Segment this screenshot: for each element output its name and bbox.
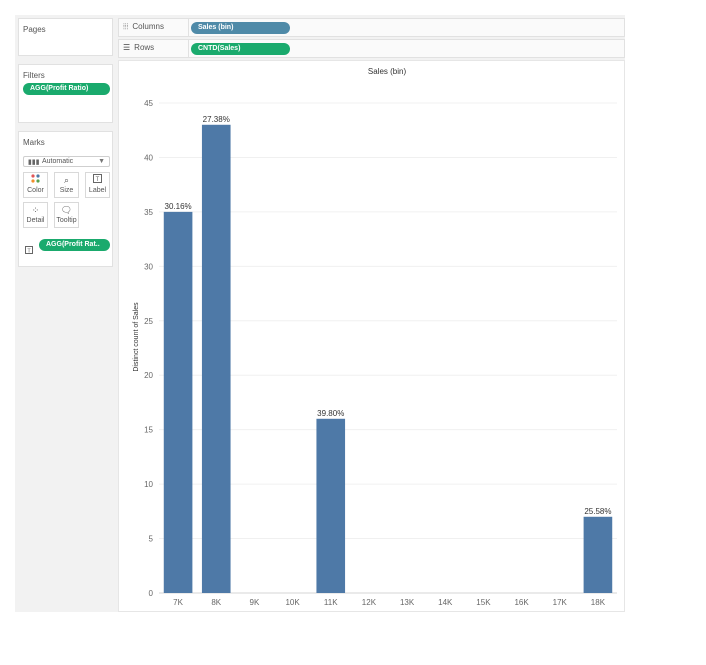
y-tick-label: 30 bbox=[144, 262, 153, 271]
detail-button[interactable]: ⁘ Detail bbox=[23, 202, 48, 228]
filters-card[interactable]: Filters AGG(Profit Ratio) bbox=[18, 64, 113, 123]
size-button[interactable]: ⌕ Size bbox=[54, 172, 79, 198]
rows-cntd-sales-pill[interactable]: CNTD(Sales) bbox=[191, 43, 290, 55]
bar-data-label: 27.38% bbox=[203, 115, 230, 124]
bar-labels: 30.16% 27.38% 39.80% 25.58% bbox=[165, 115, 612, 516]
bar-7K[interactable] bbox=[163, 211, 193, 593]
x-tick-label: 8K bbox=[211, 598, 221, 607]
tooltip-speech-icon: 🗨 bbox=[60, 205, 73, 215]
bar-data-label: 30.16% bbox=[165, 202, 192, 211]
detail-dots-icon: ⁘ bbox=[31, 205, 40, 215]
filter-profit-ratio-pill[interactable]: AGG(Profit Ratio) bbox=[23, 83, 110, 95]
mark-type-dropdown[interactable]: ▮▮▮ Automatic ▼ bbox=[23, 156, 110, 167]
y-axis-label: Distinct count of Sales bbox=[133, 302, 140, 372]
pages-title: Pages bbox=[23, 25, 46, 34]
label-profit-ratio-pill[interactable]: AGG(Profit Rat.. bbox=[39, 239, 110, 251]
label-label: Label bbox=[88, 187, 107, 194]
pages-card[interactable]: Pages bbox=[18, 18, 113, 56]
y-axis-ticks: 0 5 10 15 20 25 30 35 40 45 bbox=[144, 99, 153, 598]
bar-data-label: 25.58% bbox=[584, 507, 611, 516]
x-tick-label: 12K bbox=[362, 598, 377, 607]
tooltip-label: Tooltip bbox=[56, 217, 77, 224]
x-tick-label: 18K bbox=[591, 598, 606, 607]
text-label-icon: T bbox=[86, 173, 109, 186]
columns-icon: ⦙⦙⦙ bbox=[123, 22, 129, 31]
svg-text:T: T bbox=[96, 177, 100, 183]
left-panel: Pages Filters AGG(Profit Ratio) Marks ▮▮… bbox=[15, 15, 116, 612]
x-tick-label: 16K bbox=[514, 598, 529, 607]
x-tick-label: 15K bbox=[476, 598, 491, 607]
rows-text: Rows bbox=[134, 43, 155, 52]
rows-shelf[interactable]: ☰ Rows CNTD(Sales) bbox=[118, 39, 625, 58]
detail-label: Detail bbox=[26, 217, 45, 224]
y-tick-label: 10 bbox=[144, 480, 153, 489]
y-tick-label: 5 bbox=[149, 535, 154, 544]
marks-card: Marks ▮▮▮ Automatic ▼ Color ⌕ Size T Lab… bbox=[18, 131, 113, 267]
tooltip-button[interactable]: 🗨 Tooltip bbox=[54, 202, 79, 228]
rows-icon: ☰ bbox=[123, 43, 131, 52]
color-button[interactable]: Color bbox=[23, 172, 48, 198]
chevron-down-icon: ▼ bbox=[98, 158, 105, 165]
x-tick-label: 9K bbox=[250, 598, 260, 607]
y-tick-label: 45 bbox=[144, 99, 153, 108]
label-button[interactable]: T Label bbox=[85, 172, 110, 198]
filters-title: Filters bbox=[23, 71, 45, 80]
columns-sales-bin-pill[interactable]: Sales (bin) bbox=[191, 22, 290, 34]
size-icon: ⌕ bbox=[63, 175, 70, 185]
bar-18K[interactable] bbox=[583, 516, 613, 593]
x-tick-label: 11K bbox=[324, 598, 338, 607]
bar-chart-icon: ▮▮▮ bbox=[28, 159, 40, 166]
size-label: Size bbox=[59, 187, 74, 194]
y-tick-label: 40 bbox=[144, 153, 153, 162]
y-tick-label: 35 bbox=[144, 208, 153, 217]
columns-text: Columns bbox=[132, 22, 164, 31]
marks-title: Marks bbox=[23, 138, 45, 147]
x-tick-label: 14K bbox=[438, 598, 453, 607]
bar-8K[interactable] bbox=[201, 124, 231, 594]
bar-chart: 0 5 10 15 20 25 30 35 40 45 30.16% 27.38% 39.80% 25.… bbox=[133, 67, 617, 607]
color-palette-icon bbox=[24, 173, 47, 186]
mark-type-value: Automatic bbox=[42, 158, 74, 165]
shelf-divider bbox=[188, 19, 189, 36]
x-tick-label: 10K bbox=[285, 598, 300, 607]
y-tick-label: 25 bbox=[144, 317, 153, 326]
y-tick-label: 0 bbox=[149, 589, 154, 598]
x-tick-label: 17K bbox=[553, 598, 568, 607]
chart-view[interactable]: 0 5 10 15 20 25 30 35 40 45 30.16% 27.38% 39.80% 25.… bbox=[118, 60, 625, 612]
rows-shelf-label: ☰ Rows bbox=[123, 43, 154, 52]
x-axis-ticks: 7K 8K 9K 10K 11K 12K 13K 14K 15K 16K 17K 18K bbox=[173, 598, 606, 607]
columns-shelf[interactable]: ⦙⦙⦙ Columns Sales (bin) bbox=[118, 18, 625, 37]
shelf-divider bbox=[188, 40, 189, 57]
tableau-workspace: Pages Filters AGG(Profit Ratio) Marks ▮▮… bbox=[15, 15, 625, 612]
columns-shelf-label: ⦙⦙⦙ Columns bbox=[123, 22, 164, 32]
bars bbox=[163, 124, 613, 594]
y-tick-label: 20 bbox=[144, 371, 153, 380]
label-mark-icon: T bbox=[25, 241, 33, 259]
x-tick-label: 13K bbox=[400, 598, 415, 607]
bar-11K[interactable] bbox=[316, 418, 346, 593]
color-label: Color bbox=[27, 187, 44, 194]
chart-title: Sales (bin) bbox=[368, 67, 407, 76]
bar-data-label: 39.80% bbox=[317, 409, 344, 418]
x-tick-label: 7K bbox=[173, 598, 183, 607]
y-tick-label: 15 bbox=[144, 426, 153, 435]
